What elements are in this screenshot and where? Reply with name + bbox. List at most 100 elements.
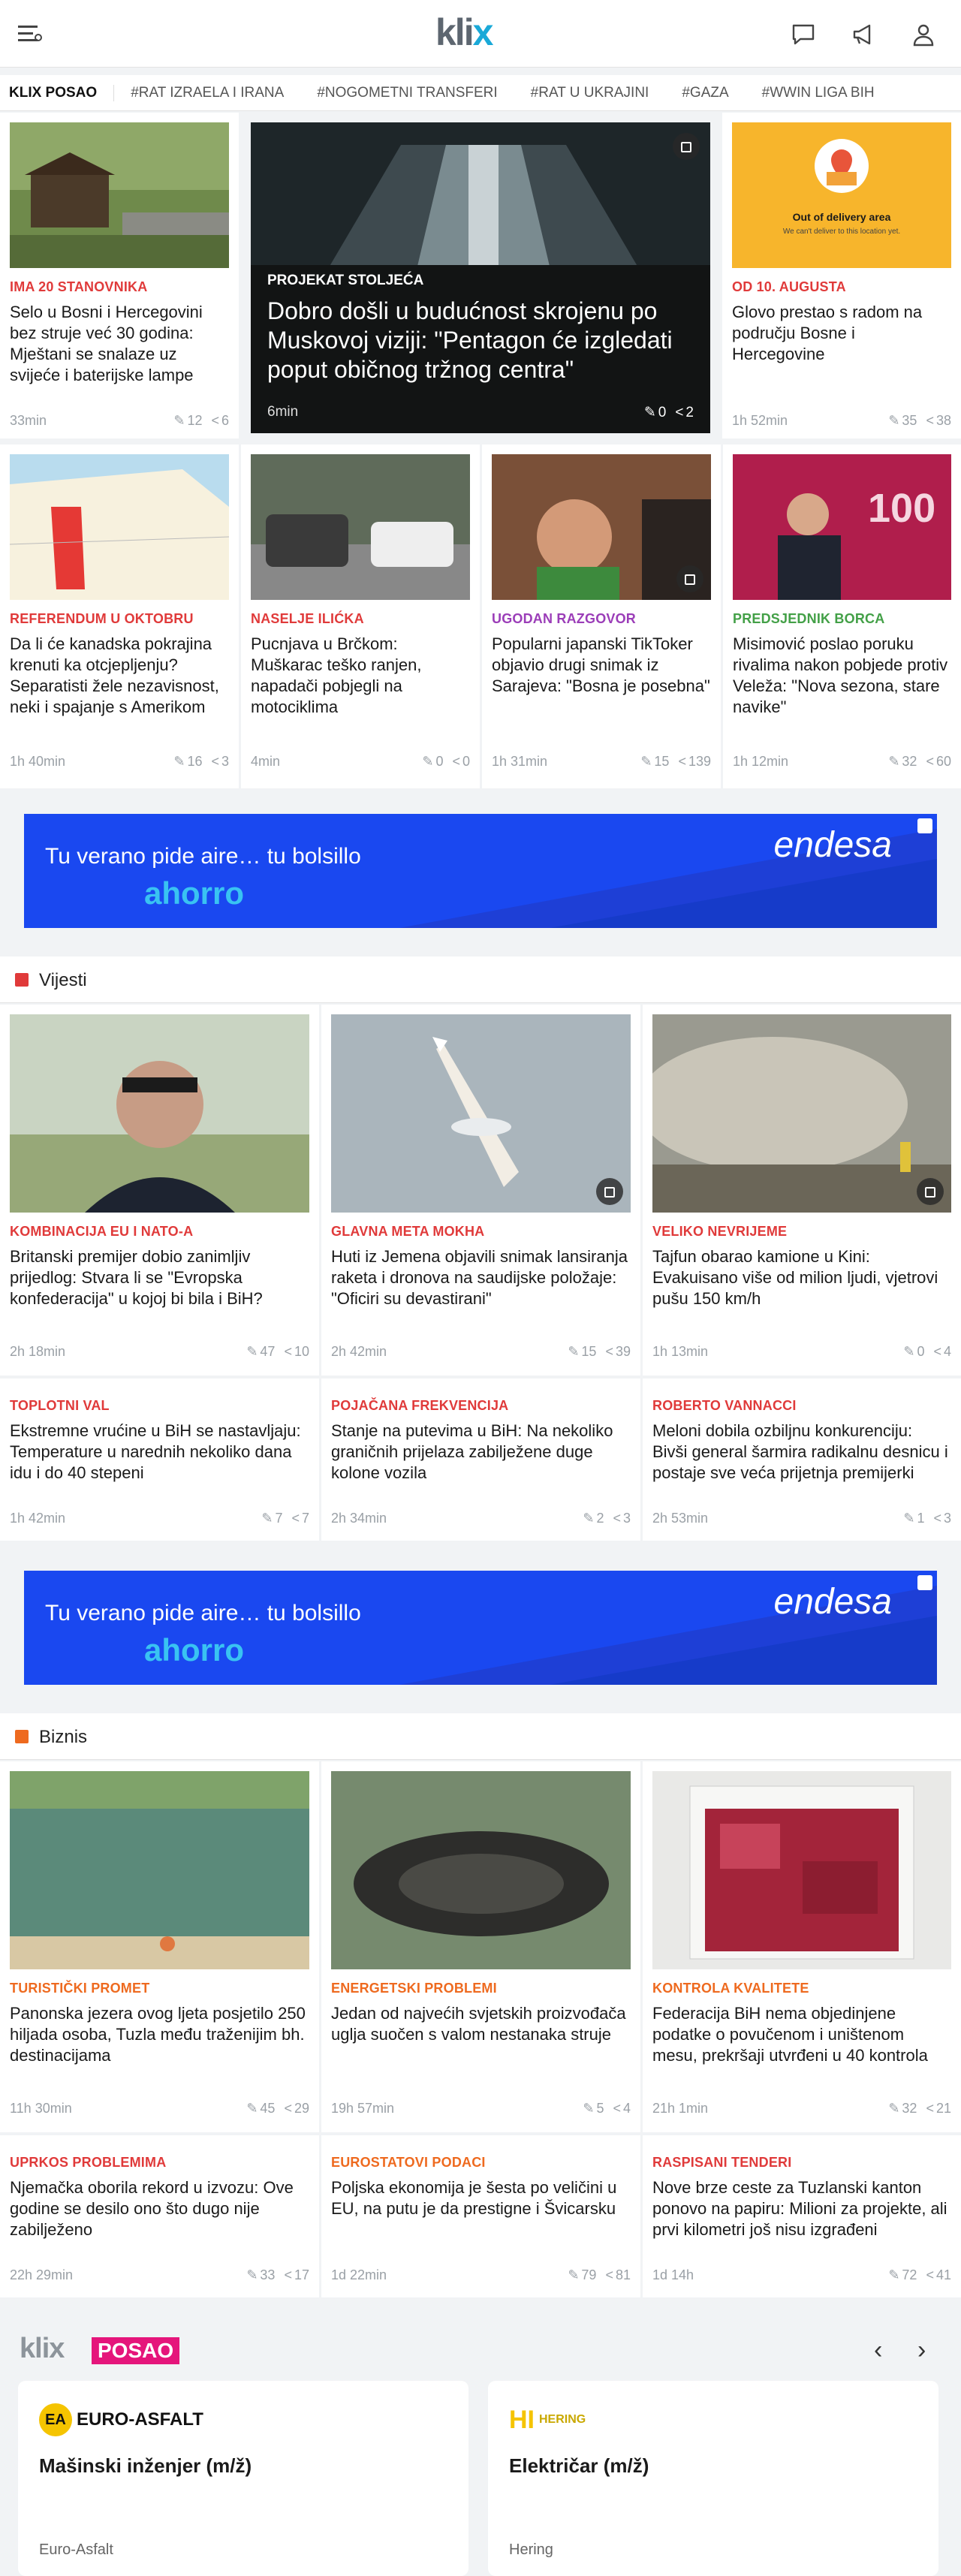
article-card[interactable]: NASELJE ILIĆKA Pucnjava u Brčkom: Muškar…: [241, 444, 480, 788]
article-title[interactable]: Ekstremne vrućine u BiH se nastavljaju: …: [10, 1421, 309, 1484]
tag-item[interactable]: #NOGOMETNI TRANSFERI: [300, 85, 514, 101]
logo-accent: x: [472, 11, 494, 53]
share-count: 4: [622, 2101, 631, 2116]
article-card[interactable]: GLAVNA META MOKHA Huti iz Jemena objavil…: [321, 1005, 640, 1375]
article-card[interactable]: KOMBINACIJA EU I NATO-A Britanski premij…: [0, 1005, 319, 1375]
ad-headline: Tu verano pide aire… tu bolsillo: [45, 844, 361, 869]
article-card[interactable]: EUROSTATOVI PODACI Poljska ekonomija je …: [321, 2135, 640, 2297]
chevron-left-icon[interactable]: ‹: [874, 2336, 882, 2365]
article-card[interactable]: POJAČANA FREKVENCIJA Stanje na putevima …: [321, 1378, 640, 1541]
tag-item[interactable]: #RAT U UKRAJINI: [514, 85, 666, 101]
article-time: 2h 18min: [10, 1344, 66, 1359]
article-card[interactable]: KONTROLA KVALITETE Federacija BiH nema o…: [643, 1761, 961, 2132]
article-title[interactable]: Jedan od najvećih svjetskih proizvođača …: [331, 2003, 631, 2045]
job-title[interactable]: Električar (m/ž): [509, 2454, 649, 2478]
article-meta: 11h 30min ✎ 45 <29: [10, 2101, 309, 2117]
section-header-vijesti[interactable]: Vijesti: [0, 957, 961, 1003]
megaphone-icon[interactable]: [850, 21, 877, 48]
article-time: 21h 1min: [652, 2101, 709, 2116]
article-title[interactable]: Selo u Bosni i Hercegovini bez struje ve…: [10, 302, 229, 386]
ad-brand: endesa: [773, 825, 892, 865]
article-card[interactable]: IMA 20 STANOVNIKA Selo u Bosni i Hercego…: [0, 113, 239, 438]
article-title[interactable]: Popularni japanski TikToker objavio drug…: [492, 634, 711, 697]
ad-headline: Tu verano pide aire… tu bolsillo: [45, 1601, 361, 1625]
article-title[interactable]: Misimović poslao poruku rivalima nakon p…: [733, 634, 951, 718]
article-image: [492, 454, 711, 600]
article-title[interactable]: Meloni dobila ozbiljnu konkurenciju: Biv…: [652, 1421, 951, 1484]
share-count: 21: [935, 2101, 951, 2116]
article-time: 22h 29min: [10, 2267, 74, 2282]
ad-highlight: ahorro: [144, 1632, 245, 1668]
article-title[interactable]: Britanski premijer dobio zanimljiv prije…: [10, 1246, 309, 1309]
posao-logo[interactable]: klix: [20, 2333, 65, 2365]
klix-posao-section: klix POSAO ‹ › EA EURO-ASFALT Mašinski i…: [0, 2316, 961, 2576]
section-marker-icon: [15, 973, 29, 987]
article-card[interactable]: 100 PREDSJEDNIK BORCA Misimović poslao p…: [723, 444, 961, 788]
advertisement-banner[interactable]: Tu verano pide aire… tu bolsillo ahorro …: [24, 814, 937, 928]
article-title[interactable]: Glovo prestao s radom na području Bosne …: [732, 302, 951, 365]
share-icon: <: [211, 413, 219, 428]
article-image: [251, 454, 470, 600]
article-time: 1d 14h: [652, 2267, 694, 2282]
advertisement-banner[interactable]: Tu verano pide aire… tu bolsillo ahorro …: [24, 1571, 937, 1685]
menu-icon[interactable]: [18, 23, 44, 45]
section-header-biznis[interactable]: Biznis: [0, 1713, 961, 1760]
posao-badge[interactable]: POSAO: [92, 2337, 180, 2364]
article-card[interactable]: UGODAN RAZGOVOR Popularni japanski TikTo…: [482, 444, 721, 788]
article-card[interactable]: Out of delivery area We can't deliver to…: [722, 113, 961, 438]
article-category: NASELJE ILIĆKA: [251, 611, 364, 626]
article-card[interactable]: TURISTIČKI PROMET Panonska jezera ovog l…: [0, 1761, 319, 2132]
article-title[interactable]: Stanje na putevima u BiH: Na nekoliko gr…: [331, 1421, 631, 1484]
comments-icon: ✎: [246, 2267, 258, 2282]
article-title[interactable]: Pucnjava u Brčkom: Muškarac teško ranjen…: [251, 634, 470, 718]
featured-title[interactable]: Dobro došli u budućnost skrojenu po Musk…: [267, 297, 694, 384]
share-count: 3: [622, 1511, 631, 1526]
share-icon: <: [452, 754, 460, 769]
article-image: [10, 1014, 309, 1213]
featured-article[interactable]: PROJEKAT STOLJEĆA Dobro došli u budućnos…: [251, 122, 710, 433]
article-title[interactable]: Njemačka oborila rekord u izvozu: Ove go…: [10, 2177, 309, 2240]
article-time: 19h 57min: [331, 2101, 395, 2116]
site-logo[interactable]: klix: [435, 11, 494, 54]
article-time: 1d 22min: [331, 2267, 387, 2282]
article-category: TOPLOTNI VAL: [10, 1398, 110, 1413]
article-title[interactable]: Panonska jezera ovog ljeta posjetilo 250…: [10, 2003, 309, 2066]
article-category: UPRKOS PROBLEMIMA: [10, 2155, 167, 2170]
comments-icon: ✎: [422, 754, 434, 769]
job-card[interactable]: EA EURO-ASFALT Mašinski inženjer (m/ž) E…: [18, 2381, 468, 2576]
job-title[interactable]: Mašinski inženjer (m/ž): [39, 2454, 252, 2478]
comments-icon: ✎: [888, 2101, 900, 2116]
share-count: 81: [615, 2267, 631, 2282]
article-meta: 2h 42min ✎ 15 <39: [331, 1344, 631, 1360]
tag-item[interactable]: #RAT IZRAELA I IRANA: [114, 85, 300, 101]
tag-klix-posao[interactable]: KLIX POSAO: [0, 84, 115, 101]
ad-info-icon[interactable]: [917, 818, 932, 833]
comment-count: 15: [654, 754, 670, 769]
article-card[interactable]: UPRKOS PROBLEMIMA Njemačka oborila rekor…: [0, 2135, 319, 2297]
article-card[interactable]: ROBERTO VANNACCI Meloni dobila ozbiljnu …: [643, 1378, 961, 1541]
tag-item[interactable]: #WWIN LIGA BIH: [746, 85, 891, 101]
chat-icon[interactable]: [790, 21, 817, 48]
user-icon[interactable]: [910, 21, 937, 48]
article-card[interactable]: RASPISANI TENDERI Nove brze ceste za Tuz…: [643, 2135, 961, 2297]
article-card[interactable]: VELIKO NEVRIJEME Tajfun obarao kamione u…: [643, 1005, 961, 1375]
article-title[interactable]: Da li će kanadska pokrajina krenuti ka o…: [10, 634, 229, 718]
article-image: Out of delivery area We can't deliver to…: [732, 122, 951, 268]
share-count: 10: [294, 1344, 309, 1359]
article-card[interactable]: TOPLOTNI VAL Ekstremne vrućine u BiH se …: [0, 1378, 319, 1541]
article-meta: 21h 1min ✎ 32 <21: [652, 2101, 951, 2117]
article-category: UGODAN RAZGOVOR: [492, 611, 636, 626]
article-title[interactable]: Tajfun obarao kamione u Kini: Evakuisano…: [652, 1246, 951, 1309]
chevron-right-icon[interactable]: ›: [917, 2336, 926, 2365]
article-title[interactable]: Federacija BiH nema objedinjene podatke …: [652, 2003, 951, 2066]
article-meta: 1h 31min ✎ 15 <139: [492, 754, 711, 770]
article-card[interactable]: REFERENDUM U OKTOBRU Da li će kanadska p…: [0, 444, 239, 788]
article-title[interactable]: Huti iz Jemena objavili snimak lansiranj…: [331, 1246, 631, 1309]
ad-info-icon[interactable]: [917, 1575, 932, 1590]
job-card[interactable]: HI HERING Električar (m/ž) Hering: [488, 2381, 938, 2576]
article-card[interactable]: ENERGETSKI PROBLEMI Jedan od najvećih sv…: [321, 1761, 640, 2132]
article-title[interactable]: Poljska ekonomija je šesta po veličini u…: [331, 2177, 631, 2219]
share-icon: <: [613, 1511, 621, 1526]
tag-item[interactable]: #GAZA: [665, 85, 745, 101]
article-title[interactable]: Nove brze ceste za Tuzlanski kanton pono…: [652, 2177, 951, 2240]
